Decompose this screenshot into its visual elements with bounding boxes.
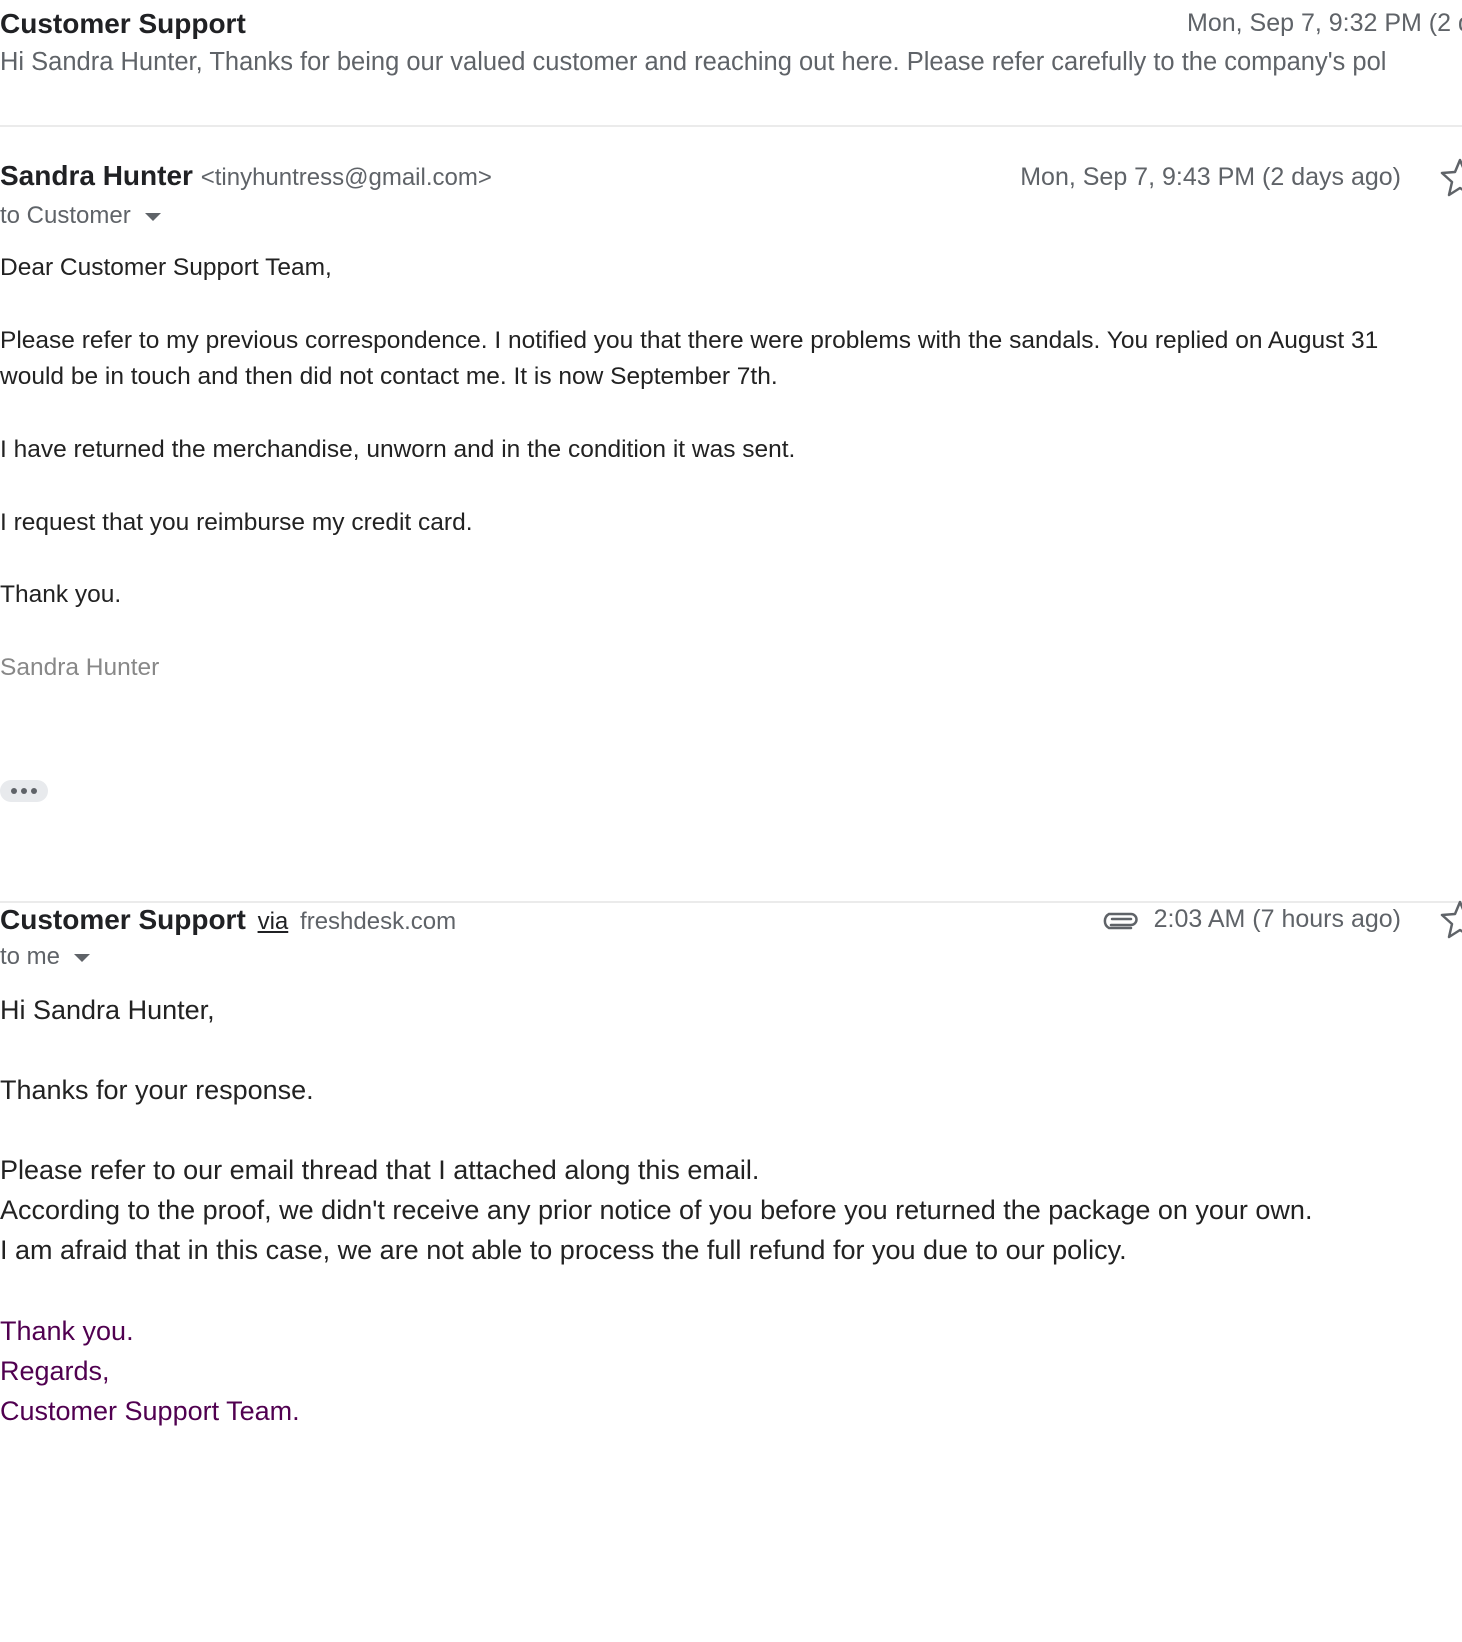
body-paragraph: Hi Sandra Hunter, bbox=[0, 995, 215, 1025]
sender-email: <tinyhuntress@gmail.com> bbox=[200, 164, 492, 191]
body-paragraph: According to the proof, we didn't receiv… bbox=[0, 1195, 1313, 1225]
collapsed-message[interactable]: Customer Support Mon, Sep 7, 9:32 PM (2 … bbox=[0, 0, 1462, 127]
message-date[interactable]: Mon, Sep 7, 9:43 PM (2 days ago) bbox=[1020, 163, 1401, 192]
signature-line: Regards, bbox=[0, 1356, 110, 1386]
signature-line: Thank you. bbox=[0, 1316, 134, 1346]
chevron-down-icon[interactable] bbox=[74, 954, 91, 962]
star-icon[interactable] bbox=[1440, 899, 1462, 939]
body-paragraph: I have returned the merchandise, unworn … bbox=[0, 436, 796, 463]
recipient-label: to Customer bbox=[0, 202, 131, 229]
ellipsis-icon[interactable] bbox=[0, 780, 48, 802]
body-paragraph: I request that you reimburse my credit c… bbox=[0, 509, 473, 536]
star-icon[interactable] bbox=[1440, 157, 1462, 197]
signature-line: Customer Support Team. bbox=[0, 1396, 300, 1426]
body-paragraph: Dear Customer Support Team, bbox=[0, 254, 332, 281]
message-header-sender[interactable]: Customer Support via freshdesk.com bbox=[0, 904, 456, 936]
recipient-details[interactable]: to Customer bbox=[0, 202, 161, 230]
collapsed-sender: Customer Support bbox=[0, 8, 246, 39]
recipient-details[interactable]: to me bbox=[0, 943, 91, 971]
sender-name: Customer Support bbox=[0, 904, 246, 935]
via-link[interactable]: via bbox=[258, 908, 289, 935]
message-sandra-hunter: Sandra Hunter <tinyhuntress@gmail.com> M… bbox=[0, 127, 1462, 903]
signature: Sandra Hunter bbox=[0, 654, 160, 681]
message-header-sender[interactable]: Sandra Hunter <tinyhuntress@gmail.com> bbox=[0, 160, 492, 192]
via-domain: freshdesk.com bbox=[300, 908, 457, 935]
collapsed-snippet: Hi Sandra Hunter, Thanks for being our v… bbox=[0, 48, 1387, 76]
body-paragraph: I am afraid that in this case, we are no… bbox=[0, 1235, 1127, 1265]
recipient-label: to me bbox=[0, 943, 61, 970]
message-date[interactable]: 2:03 AM (7 hours ago) bbox=[1154, 905, 1401, 934]
sender-name: Sandra Hunter bbox=[0, 160, 193, 191]
collapsed-date: Mon, Sep 7, 9:32 PM (2 d bbox=[1187, 9, 1462, 37]
paperclip-icon bbox=[1103, 912, 1138, 930]
body-paragraph: Please refer to my previous corresponden… bbox=[0, 327, 1379, 354]
body-paragraph: Thank you. bbox=[0, 581, 122, 608]
body-paragraph: Thanks for your response. bbox=[0, 1075, 314, 1105]
chevron-down-icon[interactable] bbox=[144, 213, 161, 221]
body-paragraph: Please refer to our email thread that I … bbox=[0, 1155, 760, 1185]
email-thread: Customer Support Mon, Sep 7, 9:32 PM (2 … bbox=[0, 0, 1462, 1642]
body-paragraph: would be in touch and then did not conta… bbox=[0, 363, 778, 390]
message-customer-support: Customer Support via freshdesk.com 2:03 … bbox=[0, 900, 1462, 1642]
